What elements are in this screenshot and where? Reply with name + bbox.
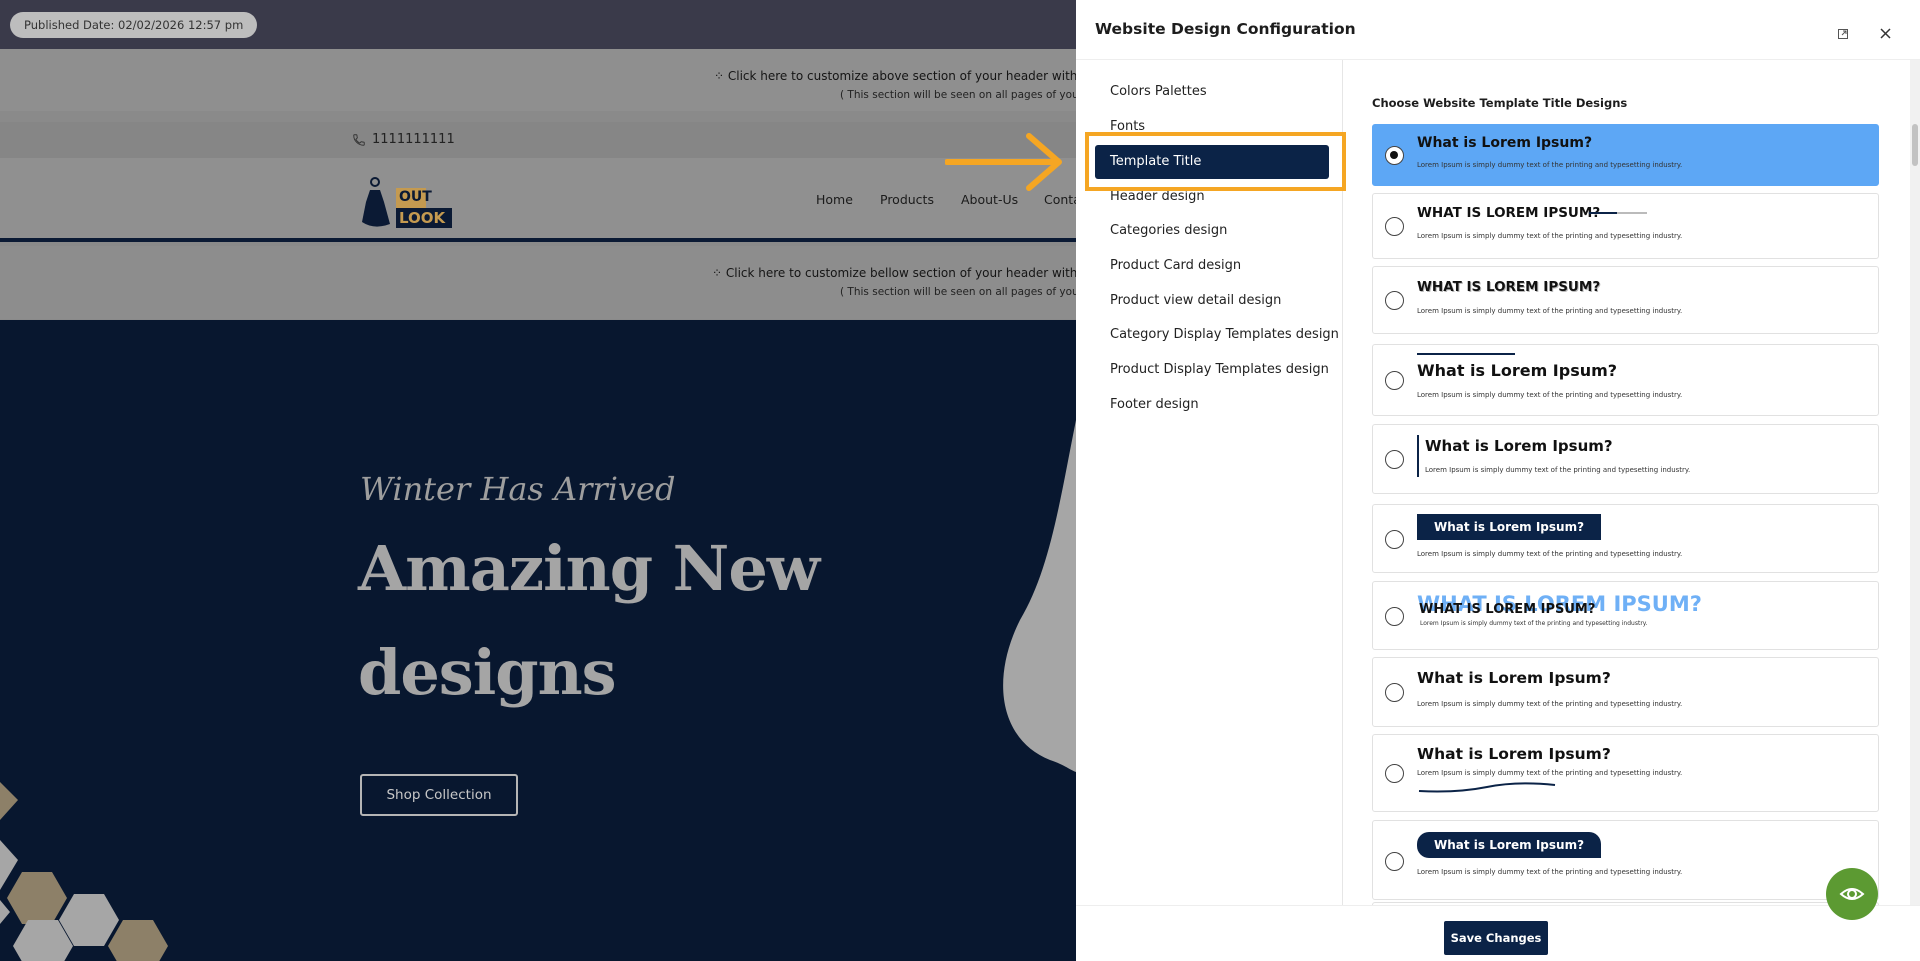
option-title: What is Lorem Ipsum? xyxy=(1425,437,1613,455)
radio-button[interactable] xyxy=(1385,217,1404,236)
title-wave-decoration xyxy=(1418,782,1556,793)
radio-button[interactable] xyxy=(1385,852,1404,871)
menu-category-display-templates[interactable]: Category Display Templates design xyxy=(1110,327,1339,342)
radio-button[interactable] xyxy=(1385,530,1404,549)
option-desc: Lorem Ipsum is simply dummy text of the … xyxy=(1417,161,1683,169)
option-desc: Lorem Ipsum is simply dummy text of the … xyxy=(1425,466,1691,474)
panel-footer: Save Changes xyxy=(1076,905,1920,961)
title-top-line-decoration xyxy=(1417,353,1515,355)
option-title: WHAT IS LOREM IPSUM? xyxy=(1417,279,1601,295)
top-bar: Published Date: 02/02/2026 12:57 pm xyxy=(0,0,1076,49)
title-option-3[interactable]: WHAT IS LOREM IPSUM? Lorem Ipsum is simp… xyxy=(1372,266,1879,334)
header-top-customize-text[interactable]: ⁘ Click here to customize above section … xyxy=(714,69,1076,83)
radio-button[interactable] xyxy=(1385,607,1404,626)
highlight-box xyxy=(1085,132,1346,191)
header-top-customize-sub: ( This section will be seen on all pages… xyxy=(840,89,1076,101)
shop-collection-button[interactable]: Shop Collection xyxy=(360,774,518,816)
title-option-6[interactable]: What is Lorem Ipsum? Lorem Ipsum is simp… xyxy=(1372,504,1879,573)
radio-button[interactable] xyxy=(1385,450,1404,469)
title-option-4[interactable]: What is Lorem Ipsum? Lorem Ipsum is simp… xyxy=(1372,344,1879,416)
title-option-10[interactable]: What is Lorem Ipsum? Lorem Ipsum is simp… xyxy=(1372,820,1879,900)
title-option-7[interactable]: WHAT IS LOREM IPSUM? WHAT IS LOREM IPSUM… xyxy=(1372,581,1879,650)
header-top-customize-section[interactable]: ⁘ Click here to customize above section … xyxy=(0,49,1076,111)
hero-script-text: Winter Has Arrived xyxy=(360,470,676,508)
menu-footer-design[interactable]: Footer design xyxy=(1110,397,1199,412)
title-option-8[interactable]: What is Lorem Ipsum? Lorem Ipsum is simp… xyxy=(1372,657,1879,727)
header-bottom-customize-section[interactable]: ⁘ Click here to customize bellow section… xyxy=(0,246,1076,319)
hero-title-line-1: Amazing New xyxy=(358,532,820,605)
menu-categories-design[interactable]: Categories design xyxy=(1110,223,1227,238)
logo-text-out: OUT xyxy=(399,189,432,205)
menu-product-view-detail-design[interactable]: Product view detail design xyxy=(1110,293,1281,308)
panel-title: Website Design Configuration xyxy=(1095,20,1356,38)
option-desc: Lorem Ipsum is simply dummy text of the … xyxy=(1417,307,1683,315)
option-desc: Lorem Ipsum is simply dummy text of the … xyxy=(1417,550,1683,558)
nav-products[interactable]: Products xyxy=(880,192,934,207)
expand-icon[interactable] xyxy=(1838,24,1848,43)
title-option-9[interactable]: What is Lorem Ipsum? Lorem Ipsum is simp… xyxy=(1372,734,1879,812)
option-desc: Lorem Ipsum is simply dummy text of the … xyxy=(1417,391,1683,399)
content-title: Choose Website Template Title Designs xyxy=(1372,96,1628,110)
nav-contact[interactable]: Conta xyxy=(1044,192,1076,207)
phone-icon xyxy=(352,132,366,151)
published-date-badge: Published Date: 02/02/2026 12:57 pm xyxy=(10,12,258,38)
menu-product-card-design[interactable]: Product Card design xyxy=(1110,258,1241,273)
option-title: WHAT IS LOREM IPSUM? xyxy=(1417,205,1601,221)
logo-text-look: LOOK xyxy=(399,209,446,227)
menu-colors-palettes[interactable]: Colors Palettes xyxy=(1110,84,1207,99)
radio-button[interactable] xyxy=(1385,764,1404,783)
menu-product-display-templates[interactable]: Product Display Templates design xyxy=(1110,362,1329,377)
menu-header-design[interactable]: Header design xyxy=(1110,189,1205,204)
title-option-5[interactable]: What is Lorem Ipsum? Lorem Ipsum is simp… xyxy=(1372,424,1879,494)
option-title: What is Lorem Ipsum? xyxy=(1417,361,1618,380)
template-title-content: Choose Website Template Title Designs Wh… xyxy=(1343,60,1920,905)
radio-button[interactable] xyxy=(1385,371,1404,390)
option-title: WHAT IS LOREM IPSUM? xyxy=(1419,602,1596,617)
option-title: What is Lorem Ipsum? xyxy=(1417,745,1611,763)
phone-bar: 1111111111 xyxy=(0,122,1076,158)
header-bottom-customize-sub: ( This section will be seen on all pages… xyxy=(840,286,1076,298)
preview-button[interactable] xyxy=(1826,868,1878,920)
phone-number: 1111111111 xyxy=(372,132,455,147)
site-logo[interactable]: OUT LOOK xyxy=(352,168,454,234)
scrollbar-thumb[interactable] xyxy=(1912,124,1918,166)
option-desc: Lorem Ipsum is simply dummy text of the … xyxy=(1417,769,1683,777)
close-icon[interactable] xyxy=(1880,24,1891,43)
hero-title-line-2: designs xyxy=(358,636,617,709)
arrow-right-icon xyxy=(945,133,1062,191)
title-left-border-decoration xyxy=(1417,435,1419,477)
title-option-2[interactable]: WHAT IS LOREM IPSUM? Lorem Ipsum is simp… xyxy=(1372,193,1879,259)
title-option-1[interactable]: What is Lorem Ipsum? Lorem Ipsum is simp… xyxy=(1372,124,1879,186)
site-preview: Published Date: 02/02/2026 12:57 pm ⁘ Cl… xyxy=(0,0,1076,961)
option-title: What is Lorem Ipsum? xyxy=(1417,832,1601,858)
save-changes-button[interactable]: Save Changes xyxy=(1444,921,1548,955)
option-desc: Lorem Ipsum is simply dummy text of the … xyxy=(1417,232,1683,240)
option-title: What is Lorem Ipsum? xyxy=(1417,669,1611,687)
nav-home[interactable]: Home xyxy=(816,192,853,207)
radio-button[interactable] xyxy=(1385,291,1404,310)
option-title: What is Lorem Ipsum? xyxy=(1417,514,1601,540)
option-title: What is Lorem Ipsum? xyxy=(1417,135,1593,151)
radio-button[interactable] xyxy=(1385,146,1404,165)
eye-icon xyxy=(1839,888,1865,900)
panel-header: Website Design Configuration xyxy=(1076,0,1920,60)
header-bottom-customize-text[interactable]: ⁘ Click here to customize bellow section… xyxy=(712,266,1076,280)
scrollbar[interactable] xyxy=(1910,60,1920,905)
option-desc: Lorem Ipsum is simply dummy text of the … xyxy=(1420,620,1648,627)
nav-about-us[interactable]: About-Us xyxy=(961,192,1018,207)
option-desc: Lorem Ipsum is simply dummy text of the … xyxy=(1417,868,1683,876)
option-desc: Lorem Ipsum is simply dummy text of the … xyxy=(1417,700,1683,708)
title-underline-decoration xyxy=(1589,212,1647,214)
radio-button[interactable] xyxy=(1385,683,1404,702)
